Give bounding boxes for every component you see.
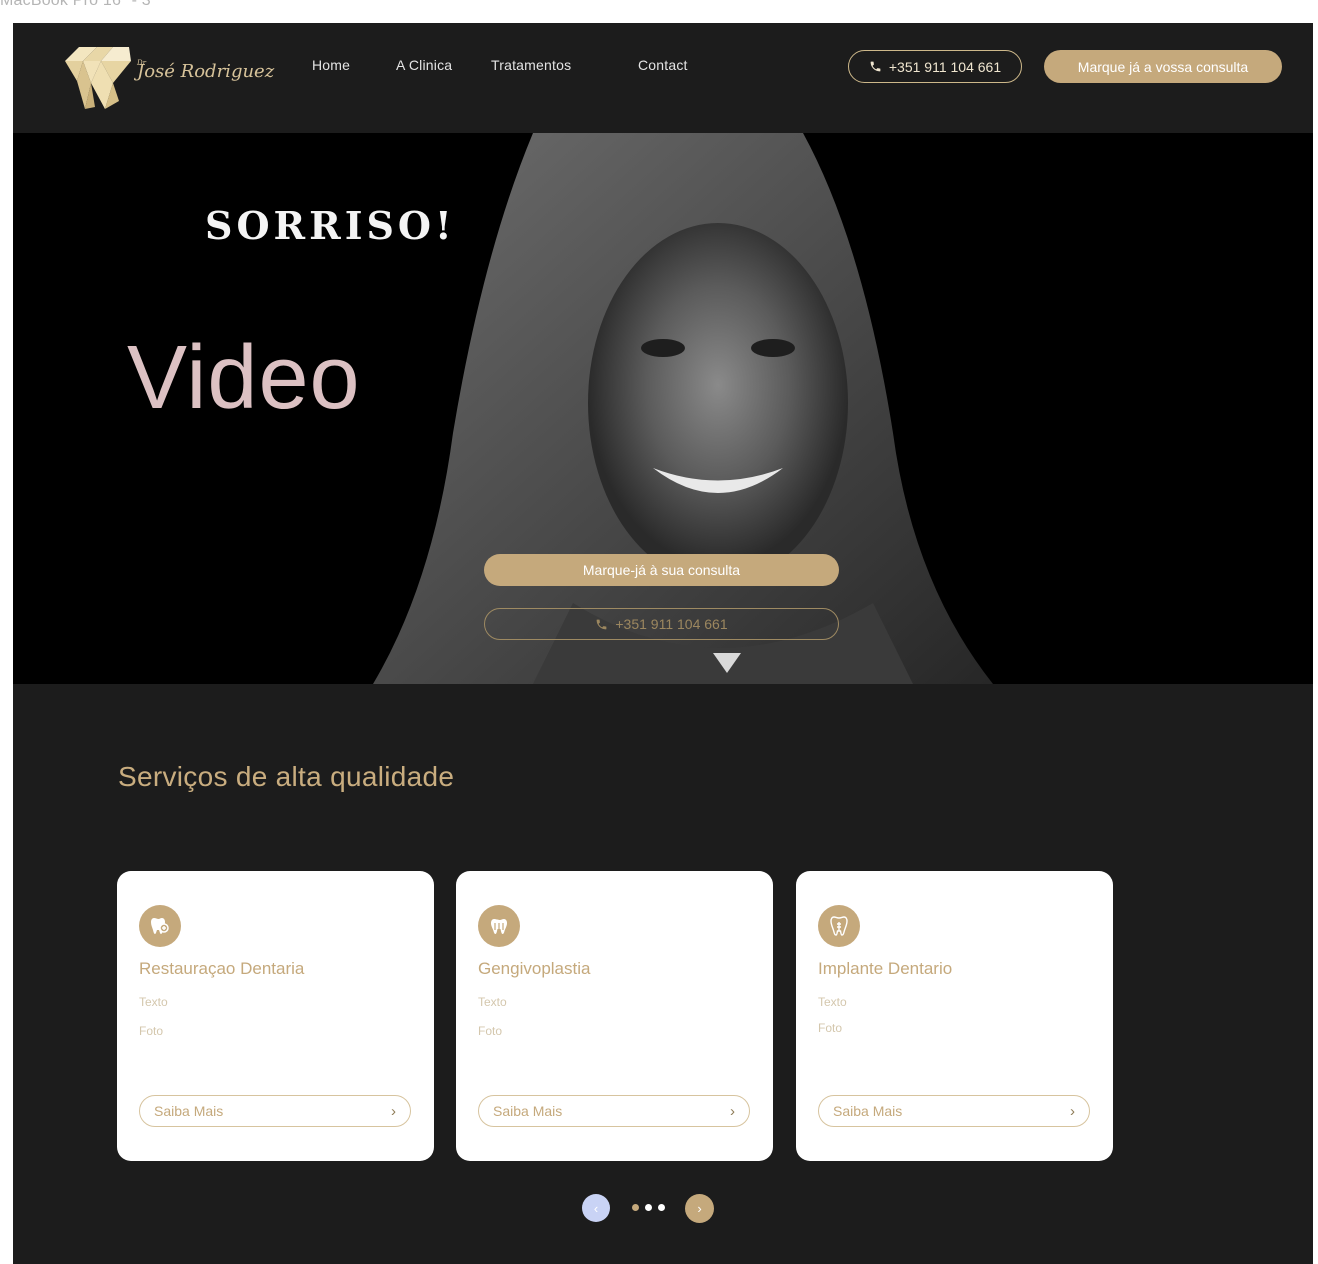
card-title: Restauraçao Dentaria bbox=[139, 959, 305, 978]
service-card: Implante Dentario Texto Foto Saiba Mais … bbox=[796, 871, 1113, 1161]
carousel-next-button[interactable]: › bbox=[685, 1194, 714, 1223]
saiba-mais-label: Saiba Mais bbox=[154, 1103, 224, 1119]
tooth-gum-icon bbox=[478, 905, 520, 947]
card-photo-placeholder: Foto bbox=[818, 1021, 843, 1035]
tooth-implant-icon bbox=[818, 905, 860, 947]
site-header: Dr José Rodriguez Home A Clinica Tratame… bbox=[13, 23, 1313, 133]
carousel-dots bbox=[632, 1204, 665, 1211]
logo[interactable]: Dr José Rodriguez bbox=[61, 43, 274, 113]
chevron-right-icon: › bbox=[730, 1102, 735, 1120]
nav-tratamentos[interactable]: Tratamentos bbox=[491, 57, 571, 73]
saiba-mais-label: Saiba Mais bbox=[833, 1103, 903, 1119]
card-title: Gengivoplastia bbox=[478, 959, 591, 978]
chevron-right-icon: › bbox=[697, 1201, 702, 1216]
chevron-left-icon: ‹ bbox=[593, 1200, 599, 1216]
service-card: Restauraçao Dentaria Texto Foto Saiba Ma… bbox=[117, 871, 434, 1161]
card-text: Texto bbox=[139, 995, 168, 1009]
saiba-mais-button[interactable]: Saiba Mais › bbox=[818, 1095, 1090, 1127]
service-card: Gengivoplastia Texto Foto Saiba Mais › bbox=[456, 871, 773, 1161]
services-title: Serviços de alta qualidade bbox=[118, 761, 455, 792]
card-title: Implante Dentario bbox=[818, 959, 953, 978]
header-phone-label: +351 911 104 661 bbox=[888, 58, 1002, 75]
carousel-dot-1[interactable] bbox=[632, 1204, 639, 1211]
chevron-right-icon: › bbox=[391, 1102, 396, 1120]
card-text: Texto bbox=[478, 995, 507, 1009]
chevron-right-icon: › bbox=[1070, 1102, 1075, 1120]
phone-icon bbox=[597, 619, 607, 629]
header-booking-button[interactable]: Marque já a vossa consulta bbox=[1044, 50, 1282, 83]
carousel-dot-3[interactable] bbox=[658, 1204, 665, 1211]
diamond-logo-icon bbox=[65, 47, 131, 109]
header-phone-button[interactable]: +351 911 104 661 bbox=[848, 50, 1022, 83]
saiba-mais-button[interactable]: Saiba Mais › bbox=[478, 1095, 750, 1127]
carousel-dot-2[interactable] bbox=[645, 1204, 652, 1211]
hero-section: SORRISO! Video Marque-já à sua consulta … bbox=[13, 133, 1313, 684]
card-photo-placeholder: Foto bbox=[139, 1024, 164, 1038]
phone-icon bbox=[870, 61, 881, 72]
nav-home[interactable]: Home bbox=[312, 57, 350, 73]
nav-contact[interactable]: Contact bbox=[638, 57, 688, 73]
hero-phone-button[interactable]: +351 911 104 661 bbox=[484, 608, 839, 640]
card-text: Texto bbox=[818, 995, 847, 1009]
saiba-mais-label: Saiba Mais bbox=[493, 1103, 563, 1119]
tooth-plus-icon bbox=[139, 905, 181, 947]
hero-video-label: Video bbox=[127, 328, 361, 428]
card-photo-placeholder: Foto bbox=[478, 1024, 503, 1038]
hero-booking-button[interactable]: Marque-já à sua consulta bbox=[484, 554, 839, 586]
saiba-mais-button[interactable]: Saiba Mais › bbox=[139, 1095, 411, 1127]
logo-name: José Rodriguez bbox=[137, 61, 275, 82]
nav-a-clinica[interactable]: A Clinica bbox=[396, 57, 452, 73]
artboard-label: MacBook Pro 16" - 3 bbox=[0, 0, 151, 9]
carousel-prev-button[interactable]: ‹ bbox=[582, 1194, 610, 1222]
hero-brand-title: SORRISO! bbox=[205, 203, 456, 248]
page-frame: Dr José Rodriguez Home A Clinica Tratame… bbox=[13, 23, 1313, 1264]
hero-phone-label: +351 911 104 661 bbox=[615, 616, 728, 632]
